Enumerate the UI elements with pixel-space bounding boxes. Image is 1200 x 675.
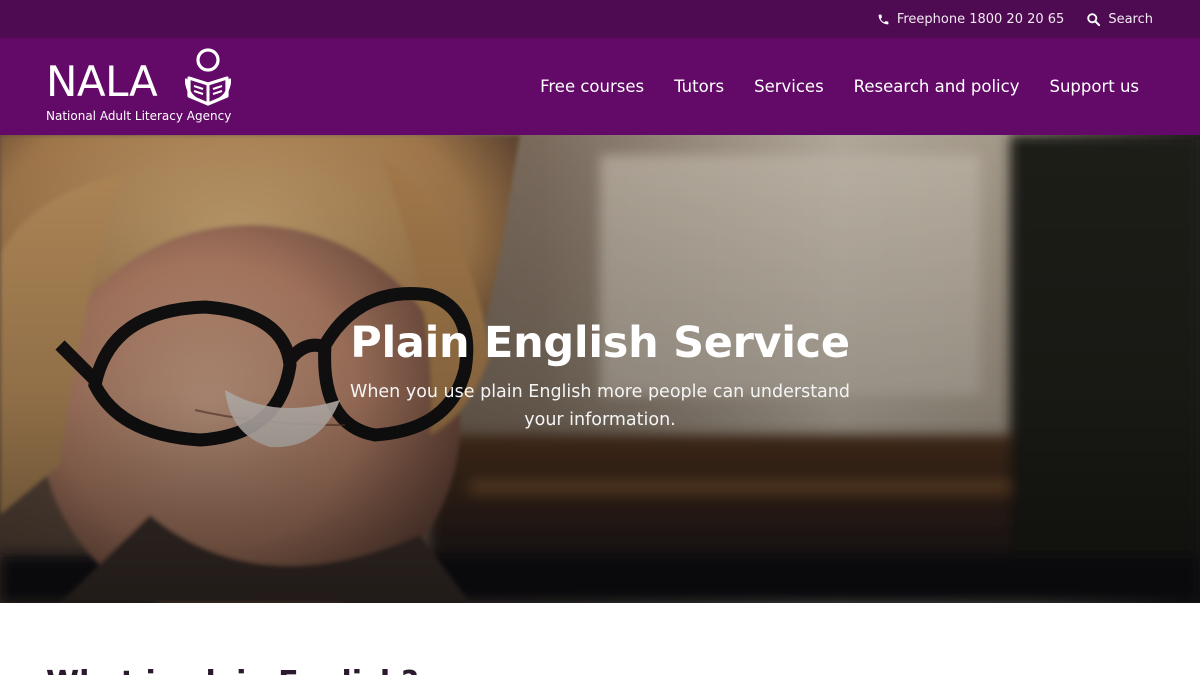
freephone-link[interactable]: Freephone 1800 20 20 65 (877, 11, 1065, 27)
nav-support-us[interactable]: Support us (1049, 77, 1139, 96)
content-section: What is plain English? (0, 603, 1200, 675)
main-nav: Free courses Tutors Services Research an… (540, 38, 1139, 135)
reader-with-book-icon (184, 48, 232, 112)
search-icon (1086, 12, 1101, 27)
nav-free-courses[interactable]: Free courses (540, 77, 644, 96)
utility-bar: Freephone 1800 20 20 65 Search (0, 0, 1200, 38)
nav-research-and-policy[interactable]: Research and policy (854, 77, 1020, 96)
hero-subtitle: When you use plain English more people c… (350, 382, 850, 430)
search-label: Search (1108, 11, 1153, 27)
main-header: NALA National Adult Literacy Agency Free… (0, 38, 1200, 135)
nala-logo[interactable]: NALA National Adult Literacy Agency (46, 48, 236, 128)
search-link[interactable]: Search (1086, 12, 1153, 27)
section-heading: What is plain English? (46, 665, 419, 675)
logo-tagline: National Adult Literacy Agency (46, 109, 232, 123)
nav-tutors[interactable]: Tutors (674, 77, 724, 96)
hero-banner: Plain English Service When you use plain… (0, 135, 1200, 603)
hero-title: Plain English Service (350, 318, 850, 368)
phone-icon (877, 13, 890, 26)
freephone-label: Freephone 1800 20 20 65 (896, 11, 1065, 27)
nav-services[interactable]: Services (754, 77, 824, 96)
hero-overlay (0, 135, 1200, 603)
logo-wordmark: NALA (46, 57, 158, 106)
